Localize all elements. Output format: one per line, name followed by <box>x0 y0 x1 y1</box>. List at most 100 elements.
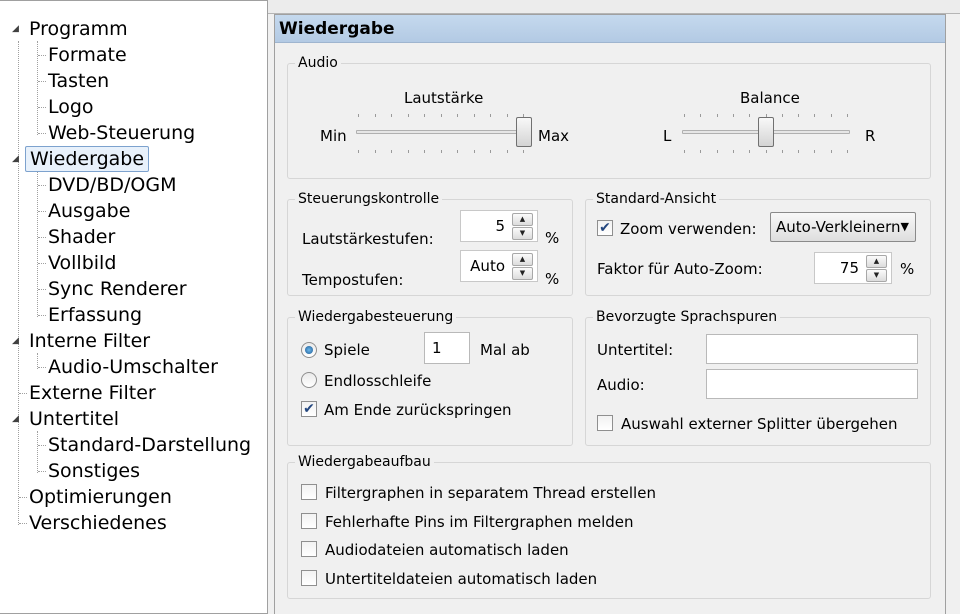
wiedergabeaufbau-group: Wiedergabeaufbau Filtergraphen in separa… <box>287 454 931 599</box>
tree-item-untertitel[interactable]: Untertitel <box>25 407 123 433</box>
play-times-radio[interactable] <box>301 342 317 358</box>
tree-item-tasten[interactable]: Tasten <box>44 69 113 95</box>
volume-slider-thumb[interactable] <box>516 117 532 147</box>
spin-down-icon[interactable]: ▼ <box>866 269 887 282</box>
subtitle-lang-label: Untertitel: <box>597 341 674 359</box>
collapse-triangle-icon[interactable]: ◢ <box>12 154 22 164</box>
tree-guide-line <box>37 171 38 317</box>
slider-tick <box>474 114 475 117</box>
wiedergabesteuerung-group: Wiedergabesteuerung Spiele 1 Mal ab Endl… <box>287 309 573 446</box>
spin-down-icon[interactable]: ▼ <box>512 267 533 280</box>
slider-tick <box>523 150 524 153</box>
slider-tick <box>424 114 425 117</box>
subtitle-lang-input[interactable] <box>706 334 918 364</box>
tempo-steps-label: Tempostufen: <box>302 271 404 289</box>
tree-item-audio-umschalter[interactable]: Audio-Umschalter <box>44 355 222 381</box>
play-times-input[interactable]: 1 <box>424 332 470 364</box>
report-pins-checkbox[interactable] <box>301 513 317 529</box>
spin-up-icon[interactable]: ▲ <box>866 255 887 268</box>
slider-tick <box>782 150 783 153</box>
volume-steps-spinbox[interactable]: 5 ▲ ▼ <box>460 210 538 242</box>
volume-steps-value: 5 <box>495 217 505 235</box>
standard-ansicht-legend: Standard-Ansicht <box>593 191 720 207</box>
audio-lang-input[interactable] <box>706 369 918 399</box>
report-pins-label: Fehlerhafte Pins im Filtergraphen melden <box>325 513 634 531</box>
tree-item-logo[interactable]: Logo <box>44 95 98 121</box>
slider-tick <box>507 150 508 153</box>
slider-tick <box>408 150 409 153</box>
spin-up-icon[interactable]: ▲ <box>512 253 533 266</box>
rewind-label: Am Ende zurückspringen <box>324 401 512 419</box>
tree-item-ausgabe[interactable]: Ausgabe <box>44 199 134 225</box>
tempo-steps-value: Auto <box>470 257 505 275</box>
autoload-subtitles-label: Untertiteldateien automatisch laden <box>325 570 598 588</box>
autozoom-factor-label: Faktor für Auto-Zoom: <box>597 260 763 278</box>
volume-min-label: Min <box>320 127 347 145</box>
tree-item-verschiedenes[interactable]: Verschiedenes <box>25 511 171 537</box>
tree-item-web-steuerung[interactable]: Web-Steuerung <box>44 121 199 147</box>
tree-item-shader[interactable]: Shader <box>44 225 119 251</box>
slider-tick <box>749 150 750 153</box>
slider-tick <box>684 150 685 153</box>
collapse-triangle-icon[interactable]: ◢ <box>12 336 22 346</box>
loop-radio[interactable] <box>301 372 317 388</box>
collapse-triangle-icon[interactable]: ◢ <box>12 414 22 424</box>
settings-tree[interactable]: ◢ Programm Formate Tasten Logo Web-Steue… <box>0 0 268 614</box>
tree-item-standard-darstellung[interactable]: Standard-Darstellung <box>44 433 255 459</box>
slider-tick <box>441 114 442 117</box>
tree-item-optimierungen[interactable]: Optimierungen <box>25 485 176 511</box>
autoload-subtitles-checkbox[interactable] <box>301 570 317 586</box>
autozoom-factor-spinbox[interactable]: 75 ▲ ▼ <box>814 252 892 284</box>
autoload-audio-checkbox[interactable] <box>301 541 317 557</box>
slider-tick <box>798 114 799 117</box>
tempo-steps-spinbox[interactable]: Auto ▲ ▼ <box>460 250 538 282</box>
zoom-checkbox[interactable]: ✔ <box>597 220 613 236</box>
play-times-label: Spiele <box>324 341 370 359</box>
tree-item-wiedergabe[interactable]: Wiedergabe <box>25 146 150 172</box>
audio-group-legend: Audio <box>295 55 341 71</box>
tree-item-erfassung[interactable]: Erfassung <box>44 303 146 329</box>
collapse-triangle-icon[interactable]: ◢ <box>12 24 22 34</box>
slider-tick <box>457 114 458 117</box>
volume-label: Lautstärke <box>404 89 484 107</box>
balance-label: Balance <box>740 89 800 107</box>
tree-item-sync-renderer[interactable]: Sync Renderer <box>44 277 191 303</box>
tree-item-dvd-bd-ogm[interactable]: DVD/BD/OGM <box>44 173 180 199</box>
autoload-audio-label: Audiodateien automatisch laden <box>325 541 569 559</box>
volume-steps-label: Lautstärkestufen: <box>302 230 434 248</box>
slider-tick <box>408 114 409 117</box>
sprachspuren-group: Bevorzugte Sprachspuren Untertitel: Audi… <box>585 309 931 446</box>
settings-page: Wiedergabe Audio Lautstärke Min Max Bala… <box>274 14 946 614</box>
slider-tick <box>424 150 425 153</box>
slider-tick <box>847 150 848 153</box>
zoom-mode-dropdown[interactable]: Auto-Verkleinern ▼ <box>770 212 916 242</box>
tree-item-sonstiges[interactable]: Sonstiges <box>44 459 144 485</box>
spin-down-icon[interactable]: ▼ <box>512 227 533 240</box>
tree-item-formate[interactable]: Formate <box>44 43 131 69</box>
slider-tick <box>474 150 475 153</box>
volume-slider-track[interactable] <box>356 130 526 134</box>
slider-tick <box>684 114 685 117</box>
tree-guide-line <box>37 431 38 473</box>
skip-splitter-checkbox[interactable] <box>597 415 613 431</box>
steuerungskontrolle-group: Steuerungskontrolle Lautstärkestufen: 5 … <box>287 191 573 296</box>
tree-item-vollbild[interactable]: Vollbild <box>44 251 120 277</box>
slider-tick <box>375 150 376 153</box>
volume-ticks-top <box>358 114 524 118</box>
slider-tick <box>391 150 392 153</box>
audio-lang-label: Audio: <box>597 376 645 394</box>
slider-tick <box>847 114 848 117</box>
tree-item-programm[interactable]: Programm <box>25 17 132 43</box>
tree-item-interne-filter[interactable]: Interne Filter <box>25 329 154 355</box>
window-top-strip <box>268 0 960 14</box>
balance-right-label: R <box>865 127 876 145</box>
slider-tick <box>814 114 815 117</box>
separate-thread-checkbox[interactable] <box>301 484 317 500</box>
slider-tick <box>700 114 701 117</box>
rewind-checkbox[interactable]: ✔ <box>301 401 317 417</box>
spin-up-icon[interactable]: ▲ <box>512 213 533 226</box>
check-icon: ✔ <box>303 401 315 417</box>
slider-tick <box>717 150 718 153</box>
tree-item-externe-filter[interactable]: Externe Filter <box>25 381 160 407</box>
balance-slider-thumb[interactable] <box>758 117 774 147</box>
